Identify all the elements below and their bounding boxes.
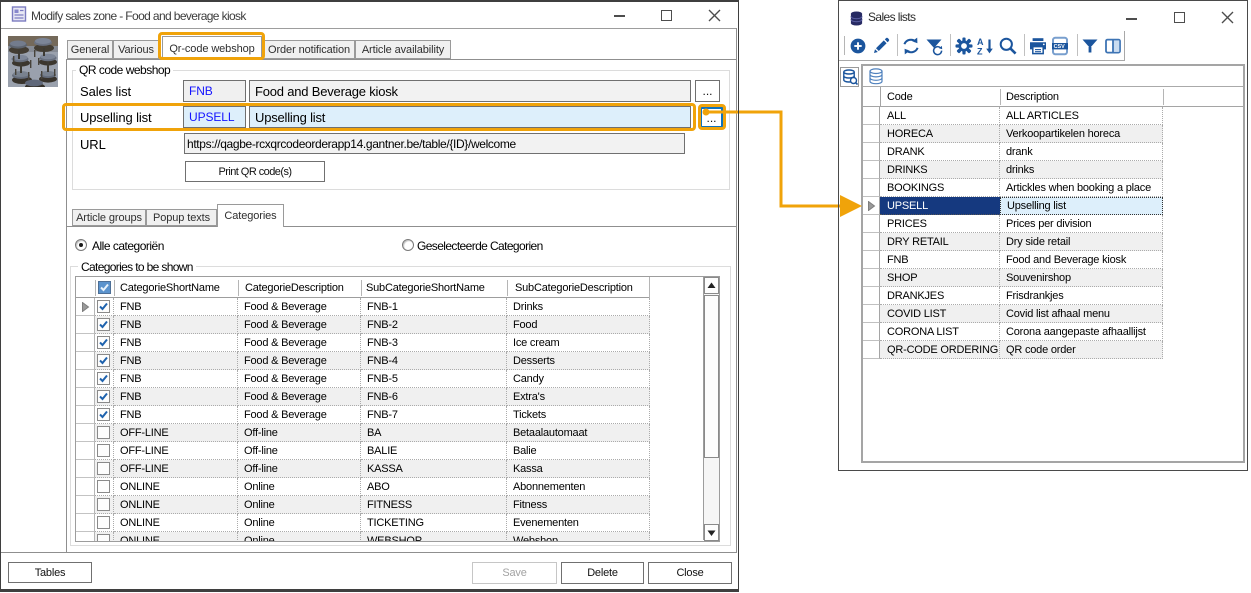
svg-text:CSV: CSV [1054, 44, 1065, 50]
svg-text:A: A [977, 37, 984, 47]
svg-text:Z: Z [977, 47, 983, 57]
